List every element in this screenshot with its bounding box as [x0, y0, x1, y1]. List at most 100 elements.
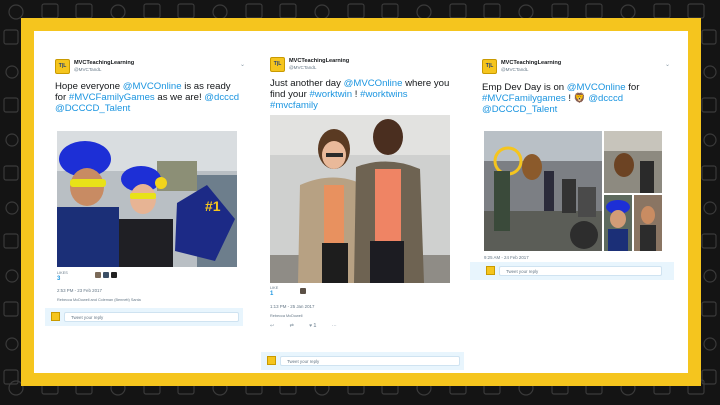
- liked-by-text: Rebecca McDowell and Coleman (Bennett) S…: [57, 298, 141, 302]
- doodle: [3, 233, 19, 249]
- tweet-timestamp[interactable]: 2:53 PM - 23 Feb 2017: [57, 288, 102, 293]
- tweet-link[interactable]: @DCCCD_Talent: [55, 103, 130, 114]
- tweet-photo-bottom-right[interactable]: [634, 195, 662, 251]
- doodle: [110, 4, 126, 20]
- doodle: [5, 269, 19, 283]
- doodle: [703, 337, 717, 351]
- yellow-frame: T|L MVCTeachingLearning @MVCTandL ⌄ Hope…: [21, 18, 701, 386]
- reply-placeholder: Tweet your reply: [287, 359, 320, 364]
- reply-input[interactable]: Tweet your reply: [280, 356, 460, 366]
- tweet-link[interactable]: @dcccd: [204, 92, 239, 103]
- tweet-link[interactable]: @dcccd: [588, 93, 623, 104]
- tweet-link[interactable]: #MVCFamilyGames: [69, 92, 155, 103]
- doodle: [653, 3, 671, 19]
- tweet-header: T|L MVCTeachingLearning @MVCTandL: [270, 57, 460, 77]
- tweet-link[interactable]: #mvcfamily: [270, 100, 318, 111]
- account-name[interactable]: MVCTeachingLearning: [289, 58, 349, 64]
- tweet-header: T|L MVCTeachingLearning @MVCTandL ⌄: [482, 57, 678, 77]
- doodle: [3, 97, 19, 113]
- tweet-photo-bottom-left[interactable]: [604, 195, 632, 251]
- tweet-timestamp[interactable]: 1:13 PM - 25 Jan 2017: [270, 304, 314, 309]
- tweet-link[interactable]: #MVCFamilygames: [482, 93, 566, 104]
- doodle: [212, 4, 228, 20]
- tweet-text: Hope everyone @MVCOnline is as ready for…: [55, 81, 243, 114]
- tweet-link[interactable]: #worktwins: [360, 89, 407, 100]
- account-handle[interactable]: @MVCTandL: [501, 67, 528, 72]
- chevron-down-icon[interactable]: ⌄: [240, 61, 245, 68]
- doodle: [585, 3, 603, 19]
- heart-icon[interactable]: ♥ 1: [309, 323, 316, 329]
- retweet-icon[interactable]: ⇄: [290, 323, 294, 329]
- account-name[interactable]: MVCTeachingLearning: [501, 60, 561, 66]
- tweet-link[interactable]: @DCCCD_Talent: [482, 104, 557, 115]
- account-logo[interactable]: T|L: [270, 57, 285, 72]
- doodle: [703, 201, 717, 215]
- account-handle[interactable]: @MVCTandL: [74, 67, 101, 72]
- doodle: [347, 3, 365, 19]
- reply-input[interactable]: Tweet your reply: [64, 312, 239, 322]
- account-name[interactable]: MVCTeachingLearning: [74, 60, 134, 66]
- doodle: [703, 65, 717, 79]
- doodle: [701, 165, 717, 181]
- reply-avatar: [486, 266, 495, 275]
- doodle: [245, 3, 263, 19]
- doodle: [5, 337, 19, 351]
- reply-placeholder: Tweet your reply: [71, 315, 104, 320]
- doodle: [551, 3, 569, 19]
- doodle: [314, 4, 330, 20]
- tweet-text-fragment: Emp Dev Day is on: [482, 82, 567, 93]
- tweet-link[interactable]: @MVCOnline: [567, 82, 626, 93]
- likes-count[interactable]: 1: [270, 291, 273, 297]
- tweet-link[interactable]: #worktwin: [309, 89, 352, 100]
- reply-placeholder: Tweet your reply: [506, 269, 539, 274]
- doodle: [5, 201, 19, 215]
- doodle: [703, 133, 717, 147]
- liker-avatar[interactable]: [111, 272, 117, 278]
- doodle: [416, 4, 432, 20]
- doodle: [75, 3, 93, 19]
- liker-avatar[interactable]: [300, 288, 306, 294]
- doodle: [620, 4, 636, 20]
- tweet-photo[interactable]: #1: [57, 131, 237, 267]
- chevron-down-icon[interactable]: ⌄: [665, 61, 670, 68]
- liker-avatar[interactable]: [95, 272, 101, 278]
- tweet-photo-top-right[interactable]: [604, 131, 662, 193]
- tweet-card-2: T|L MVCTeachingLearning @MVCTandL Just a…: [270, 57, 460, 343]
- doodle: [3, 29, 19, 45]
- tweet-photo-main[interactable]: [484, 131, 602, 251]
- tweet-timestamp[interactable]: 9:25 AM - 24 Feb 2017: [484, 255, 529, 260]
- tweet-header: T|L MVCTeachingLearning @MVCTandL ⌄: [55, 57, 245, 77]
- tweet-text-fragment: Hope everyone: [55, 81, 123, 92]
- reply-avatar: [51, 312, 60, 321]
- slide-canvas: T|L MVCTeachingLearning @MVCTandL ⌄ Hope…: [34, 31, 688, 373]
- doodle: [3, 369, 19, 385]
- tweet-link[interactable]: @MVCOnline: [344, 78, 403, 89]
- doodle: [3, 301, 19, 317]
- account-handle[interactable]: @MVCTandL: [289, 65, 316, 70]
- account-logo[interactable]: T|L: [55, 59, 70, 74]
- doodle: [518, 4, 534, 20]
- tweet-link[interactable]: @MVCOnline: [123, 81, 182, 92]
- tweet-text-fragment: !: [352, 89, 361, 100]
- account-logo[interactable]: T|L: [482, 59, 497, 74]
- reply-input[interactable]: Tweet your reply: [499, 266, 662, 276]
- doodle: [381, 3, 399, 19]
- doodle: [5, 65, 19, 79]
- likes-label: LIKES: [57, 271, 68, 275]
- doodle: [177, 3, 195, 19]
- reply-icon[interactable]: ↩: [270, 323, 274, 329]
- more-icon[interactable]: ···: [332, 323, 337, 329]
- likes-count[interactable]: 3: [57, 276, 60, 282]
- reply-bar-1: Tweet your reply: [45, 308, 243, 326]
- tweet-text-fragment: ! 🦁: [565, 93, 589, 104]
- like-count: 1: [313, 323, 317, 329]
- tweet-photo[interactable]: [270, 115, 450, 283]
- liker-avatar[interactable]: [103, 272, 109, 278]
- liked-by-text: Rebecca McDowell: [270, 314, 303, 318]
- doodle: [687, 3, 705, 19]
- tweet-card-3: T|L MVCTeachingLearning @MVCTandL ⌄ Emp …: [482, 57, 678, 277]
- tweet-text-fragment: Just another day: [270, 78, 344, 89]
- doodle: [701, 301, 717, 317]
- doodle: [701, 233, 717, 249]
- tweet-text-fragment: as we are!: [154, 92, 205, 103]
